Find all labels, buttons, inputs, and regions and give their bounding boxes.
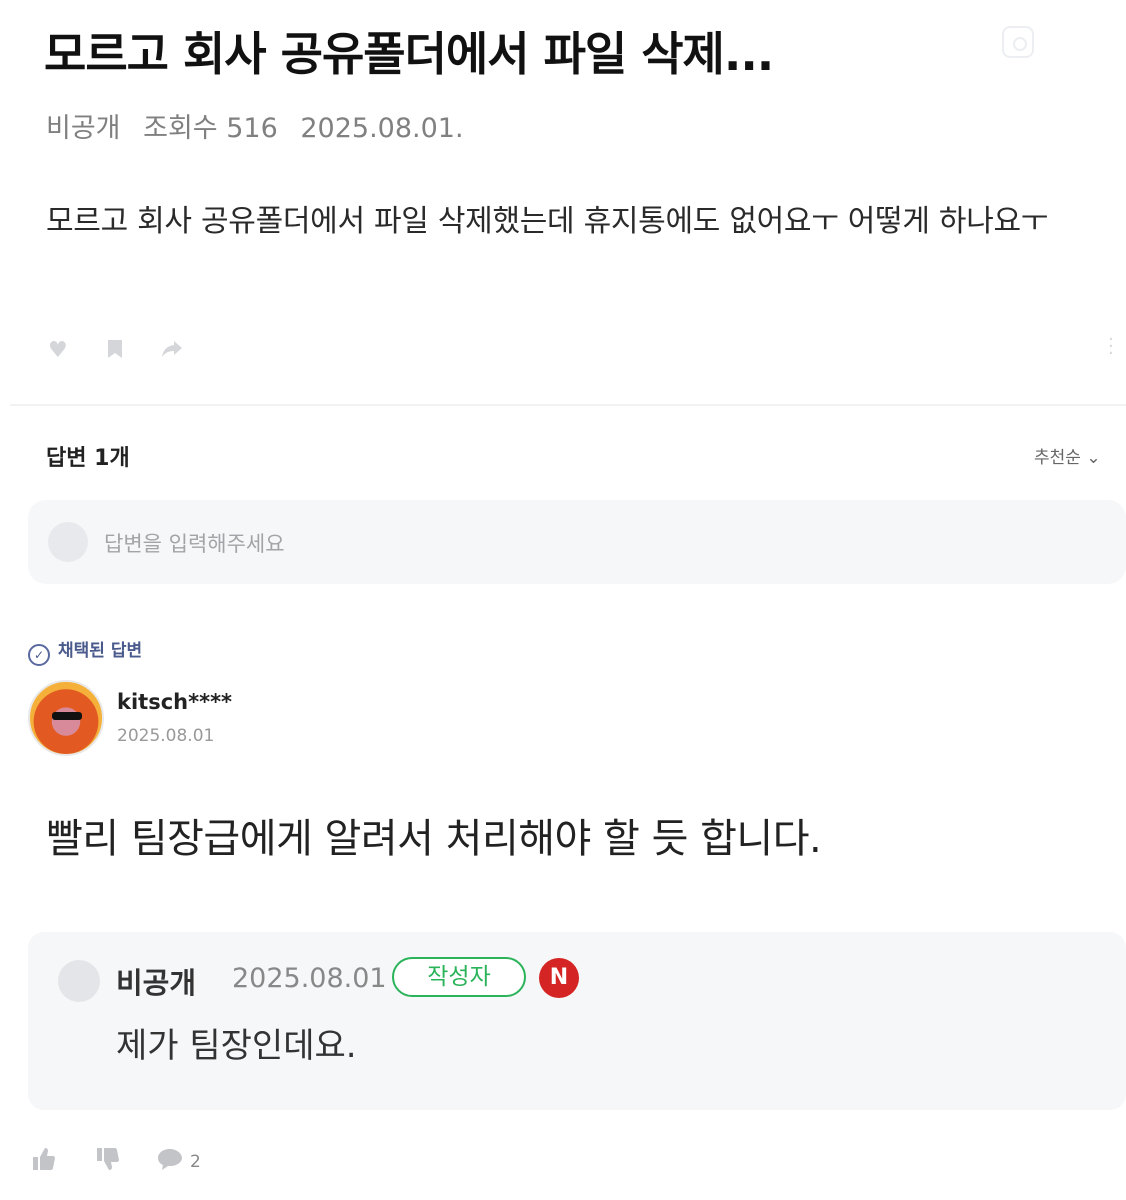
accepted-answer-label: ✓ 채택된 답변 (28, 636, 142, 666)
comment-icon[interactable] (156, 1146, 184, 1178)
post-date: 2025.08.01. (300, 113, 464, 144)
camera-icon (1002, 26, 1034, 58)
section-divider (10, 404, 1126, 406)
post-views: 조회수 516 (143, 113, 278, 144)
bookmark-icon[interactable] (104, 338, 126, 366)
answer-input-placeholder: 답변을 입력해주세요 (104, 532, 285, 556)
reply-avatar (58, 960, 100, 1002)
answer-date: 2025.08.01 (117, 726, 215, 746)
avatar[interactable] (28, 680, 104, 756)
reply-name: 비공개 (116, 966, 197, 1000)
answer-username[interactable]: kitsch**** (117, 690, 232, 714)
sort-dropdown[interactable]: 추천순 ⌄ (1034, 443, 1101, 468)
answer-input[interactable]: 답변을 입력해주세요 (28, 500, 1126, 584)
new-badge: N (539, 958, 579, 998)
reply-text: 제가 팀장인데요. (116, 1026, 357, 1066)
post-author: 비공개 (46, 113, 121, 144)
more-options-icon[interactable]: · · · (1108, 331, 1114, 363)
avatar-placeholder-icon (48, 522, 88, 562)
share-icon[interactable] (160, 338, 184, 366)
thumbs-down-icon[interactable] (94, 1146, 120, 1178)
thumbs-up-icon[interactable] (30, 1146, 56, 1178)
comment-count: 2 (190, 1152, 201, 1172)
answer-body: 빨리 팀장급에게 알려서 처리해야 할 듯 합니다. (46, 816, 822, 862)
check-circle-icon: ✓ (28, 644, 50, 666)
post-body: 모르고 회사 공유폴더에서 파일 삭제했는데 휴지통에도 없어요ㅜ 어떻게 하나… (46, 204, 1049, 239)
post-title: 모르고 회사 공유폴더에서 파일 삭제... (44, 27, 774, 81)
answers-count: 답변 1개 (46, 446, 130, 471)
heart-icon[interactable]: ♥ (48, 338, 68, 363)
post-meta: 비공개 조회수 516 2025.08.01. (46, 106, 478, 145)
reply-date: 2025.08.01 (232, 963, 387, 994)
author-badge: 작성자 (392, 957, 526, 997)
